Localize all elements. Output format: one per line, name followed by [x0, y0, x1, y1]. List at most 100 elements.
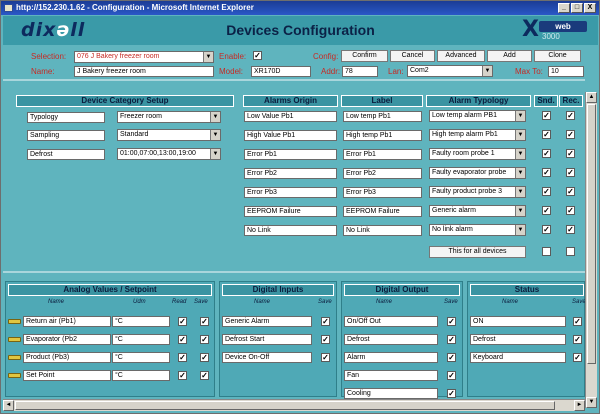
digital-input-name[interactable]: Defrost Start: [222, 334, 312, 345]
rec-checkbox[interactable]: ✓: [566, 168, 575, 177]
read-checkbox[interactable]: ✓: [178, 335, 187, 344]
dout-save-checkbox[interactable]: ✓: [447, 353, 456, 362]
add-button[interactable]: Add: [487, 50, 532, 62]
alarm-label-input[interactable]: No Link: [343, 225, 422, 236]
alarm-label-input[interactable]: Error Pb2: [343, 168, 422, 179]
vertical-scroll-thumb[interactable]: [587, 104, 596, 364]
snd-checkbox[interactable]: ✓: [542, 168, 551, 177]
alarm-label-input[interactable]: High temp Pb1: [343, 130, 422, 141]
alarm-label-input[interactable]: Error Pb1: [343, 149, 422, 160]
scroll-left-arrow-icon[interactable]: ◄: [3, 400, 14, 411]
clone-button[interactable]: Clone: [534, 50, 581, 62]
pencil-edit-icon[interactable]: [8, 319, 21, 324]
digital-output-name[interactable]: Defrost: [344, 334, 438, 345]
digital-input-name[interactable]: Generic Alarm: [222, 316, 312, 327]
digital-output-name[interactable]: Alarm: [344, 352, 438, 363]
save-checkbox[interactable]: ✓: [200, 335, 209, 344]
horizontal-scroll-thumb[interactable]: [15, 401, 555, 410]
rec-all-checkbox[interactable]: [566, 247, 575, 256]
din-save-checkbox[interactable]: ✓: [321, 335, 330, 344]
analog-udm-input[interactable]: °C: [112, 334, 170, 345]
digital-output-name[interactable]: Cooling: [344, 388, 438, 399]
analog-udm-input[interactable]: °C: [112, 316, 170, 327]
rec-checkbox[interactable]: ✓: [566, 206, 575, 215]
alarm-typology-select[interactable]: Faulty product probe 3 ▼: [429, 186, 526, 198]
status-name[interactable]: Keyboard: [470, 352, 566, 363]
rec-checkbox[interactable]: ✓: [566, 187, 575, 196]
snd-checkbox[interactable]: ✓: [542, 111, 551, 120]
analog-name-input[interactable]: Return air (Pb1): [23, 316, 111, 327]
snd-checkbox[interactable]: ✓: [542, 149, 551, 158]
scroll-up-arrow-icon[interactable]: ▲: [586, 92, 597, 103]
scroll-down-arrow-icon[interactable]: ▼: [586, 397, 597, 408]
device-selection-select[interactable]: 076 J Bakery freezer room ▼: [74, 51, 214, 63]
this-for-all-devices-button[interactable]: This for all devices: [429, 246, 526, 258]
save-checkbox[interactable]: ✓: [200, 353, 209, 362]
minimize-button[interactable]: _: [558, 3, 570, 13]
alarm-typology-select[interactable]: High temp alarm Pb1 ▼: [429, 129, 526, 141]
status-name[interactable]: Defrost: [470, 334, 566, 345]
pencil-edit-icon[interactable]: [8, 337, 21, 342]
alarm-typology-select[interactable]: Generic alarm ▼: [429, 205, 526, 217]
status-save-checkbox[interactable]: ✓: [573, 353, 582, 362]
alarm-label-input[interactable]: Low temp Pb1: [343, 111, 422, 122]
pencil-edit-icon[interactable]: [8, 373, 21, 378]
din-save-checkbox[interactable]: ✓: [321, 353, 330, 362]
status-save-checkbox[interactable]: ✓: [573, 317, 582, 326]
lan-select[interactable]: Com2 ▼: [407, 65, 493, 77]
rec-checkbox[interactable]: ✓: [566, 149, 575, 158]
cancel-button[interactable]: Cancel: [390, 50, 435, 62]
digital-input-name[interactable]: Device On-Off: [222, 352, 312, 363]
dout-save-checkbox[interactable]: ✓: [447, 317, 456, 326]
analog-udm-input[interactable]: °C: [112, 370, 170, 381]
horizontal-scrollbar[interactable]: ◄ ►: [3, 399, 585, 411]
alarm-label-input[interactable]: Error Pb3: [343, 187, 422, 198]
alarm-typology-select[interactable]: No link alarm ▼: [429, 224, 526, 236]
pencil-edit-icon[interactable]: [8, 355, 21, 360]
din-save-checkbox[interactable]: ✓: [321, 317, 330, 326]
dout-save-checkbox[interactable]: ✓: [447, 335, 456, 344]
alarm-typology-select[interactable]: Faulty evaporator probe ▼: [429, 167, 526, 179]
dout-save-checkbox[interactable]: ✓: [447, 389, 456, 398]
sampling-select[interactable]: Standard ▼: [117, 129, 221, 141]
vertical-scrollbar[interactable]: ▲ ▼: [585, 92, 597, 408]
analog-name-input[interactable]: Product (Pb3): [23, 352, 111, 363]
alarm-label-input[interactable]: EEPROM Failure: [343, 206, 422, 217]
analog-name-input[interactable]: Evaporator (Pb2: [23, 334, 111, 345]
snd-checkbox[interactable]: ✓: [542, 225, 551, 234]
analog-udm-input[interactable]: °C: [112, 352, 170, 363]
snd-checkbox[interactable]: ✓: [542, 130, 551, 139]
advanced-button[interactable]: Advanced: [437, 50, 485, 62]
alarm-typology-select[interactable]: Low temp alarm PB1 ▼: [429, 110, 526, 122]
read-checkbox[interactable]: ✓: [178, 371, 187, 380]
rec-checkbox[interactable]: ✓: [566, 225, 575, 234]
typology-select[interactable]: Freezer room ▼: [117, 111, 221, 123]
dout-save-checkbox[interactable]: ✓: [447, 371, 456, 380]
enable-checkbox[interactable]: ✓: [253, 51, 262, 60]
read-checkbox[interactable]: ✓: [178, 353, 187, 362]
alarm-typology-select[interactable]: Faulty room probe 1 ▼: [429, 148, 526, 160]
alarm-typology-value: Faulty evaporator probe: [432, 169, 507, 176]
confirm-button[interactable]: Confirm: [341, 50, 388, 62]
save-checkbox[interactable]: ✓: [200, 317, 209, 326]
rec-checkbox[interactable]: ✓: [566, 130, 575, 139]
close-button[interactable]: X: [584, 3, 596, 13]
digital-output-name[interactable]: Fan: [344, 370, 438, 381]
maxto-input[interactable]: 10: [548, 66, 584, 77]
digital-output-name[interactable]: On/Off Out: [344, 316, 438, 327]
defrost-select[interactable]: 01:00,07:00,13:00,19:00 ▼: [117, 148, 221, 160]
read-checkbox[interactable]: ✓: [178, 317, 187, 326]
snd-checkbox[interactable]: ✓: [542, 187, 551, 196]
addr-input[interactable]: 78: [342, 66, 378, 77]
analog-name-input[interactable]: Set Point: [23, 370, 111, 381]
snd-checkbox[interactable]: ✓: [542, 206, 551, 215]
status-name[interactable]: ON: [470, 316, 566, 327]
maximize-button[interactable]: □: [571, 3, 583, 13]
status-save-checkbox[interactable]: ✓: [573, 335, 582, 344]
name-input[interactable]: J Bakery freezer room: [74, 66, 214, 77]
model-input[interactable]: XR170D: [251, 66, 311, 77]
save-checkbox[interactable]: ✓: [200, 371, 209, 380]
rec-checkbox[interactable]: ✓: [566, 111, 575, 120]
scroll-right-arrow-icon[interactable]: ►: [574, 400, 585, 411]
snd-all-checkbox[interactable]: [542, 247, 551, 256]
